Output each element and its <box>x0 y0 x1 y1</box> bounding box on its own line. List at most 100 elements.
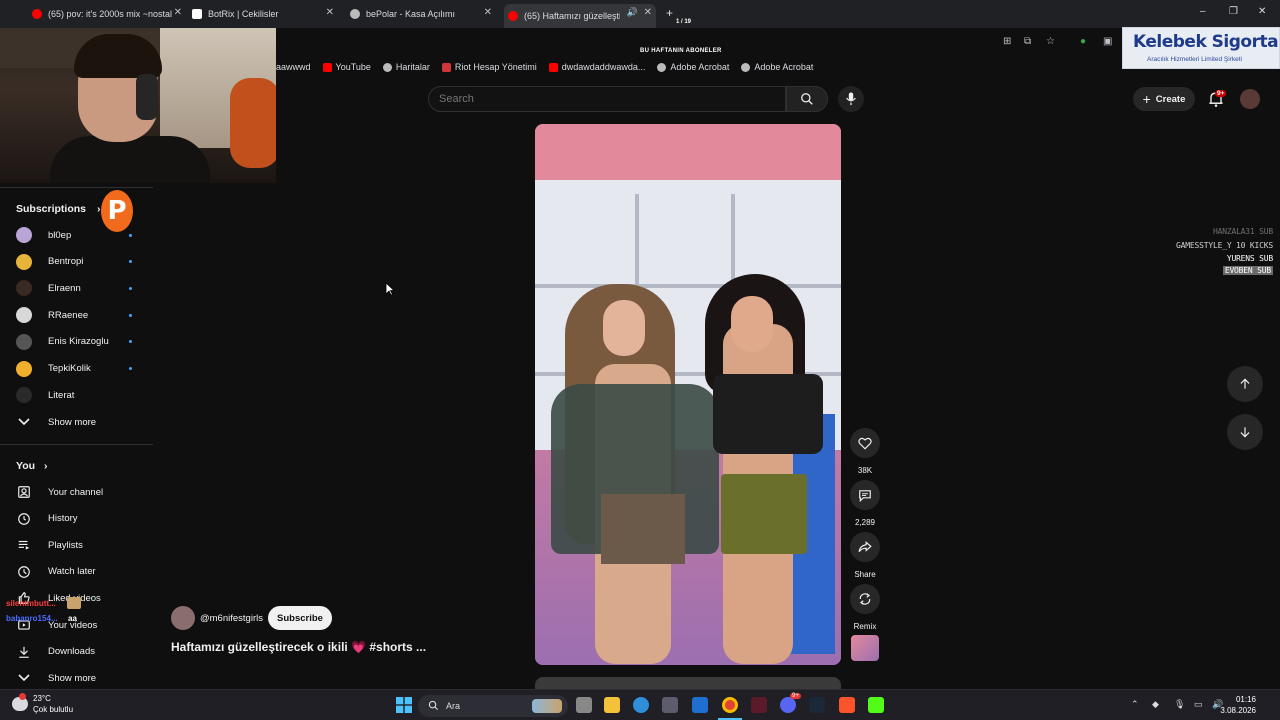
bookmark-item[interactable]: dwdawdaddwawda... <box>548 62 645 72</box>
microphone-icon[interactable]: 🎙 <box>1174 699 1185 710</box>
speaker-icon[interactable]: 🔊 <box>627 7 638 18</box>
subscription-label: Bentropi <box>48 256 84 268</box>
kick-icon[interactable] <box>868 697 884 713</box>
weather-condition: Çok bulutlu <box>33 705 74 714</box>
edge-icon[interactable] <box>633 697 649 713</box>
history-icon <box>16 511 32 527</box>
bookmark-item[interactable]: aawwwd <box>276 62 311 72</box>
create-button[interactable]: + Create <box>1133 87 1195 111</box>
bookmark-item[interactable]: Adobe Acrobat <box>741 62 813 72</box>
globe-icon <box>382 62 392 72</box>
show-more-button-2[interactable]: Show more <box>16 668 140 688</box>
sidebar-subscription-item[interactable]: bl0ep <box>16 225 140 245</box>
next-short-preview[interactable] <box>535 677 841 689</box>
close-window-icon[interactable]: ✕ <box>1258 6 1266 17</box>
tab-close-icon[interactable]: ✕ <box>174 7 182 18</box>
sidebar-subscription-item[interactable]: Elraenn <box>16 278 140 298</box>
comment-icon[interactable] <box>850 480 880 510</box>
voice-search-button[interactable] <box>838 86 864 112</box>
channel-handle[interactable]: @m6nifestgirls <box>200 613 263 624</box>
sidebar-subscription-item[interactable]: TepkiKolik <box>16 359 140 379</box>
sponsor-tagline: Aracılık Hizmetleri Limited Şirketi <box>1147 56 1242 63</box>
subscriptions-heading[interactable]: Subscriptions › <box>16 203 100 215</box>
previous-short-button[interactable] <box>1227 366 1263 402</box>
like-count: 38K <box>857 466 873 475</box>
sidebar-subscription-item[interactable]: Enis Kirazoglu <box>16 332 140 352</box>
next-short-button[interactable] <box>1227 414 1263 450</box>
bookmark-item[interactable]: Adobe Acrobat <box>657 62 729 72</box>
remix-label: Remix <box>853 622 877 631</box>
bookmark-star-icon[interactable]: ☆ <box>1046 36 1055 47</box>
short-title[interactable]: Haftamızı güzelleştirecek o ikili 💗 #sho… <box>171 640 426 654</box>
steam-icon[interactable] <box>809 697 825 713</box>
account-avatar[interactable] <box>1240 89 1260 109</box>
bookmark-item[interactable]: Haritalar <box>382 62 430 72</box>
show-more-button[interactable]: Show more <box>16 412 140 432</box>
new-tab-button[interactable]: + <box>666 6 673 20</box>
file-explorer-icon[interactable] <box>604 697 620 713</box>
install-icon[interactable]: ⧉ <box>1024 36 1031 47</box>
channel-avatar <box>16 307 32 324</box>
task-view-icon[interactable] <box>576 697 592 713</box>
tray-app-icon[interactable]: ◆ <box>1152 699 1159 710</box>
share-action[interactable]: Share <box>849 532 881 579</box>
comment-action[interactable]: 2,289 <box>849 480 881 527</box>
sidebar-item-playlists[interactable]: Playlists <box>16 535 140 555</box>
maximize-icon[interactable]: ❐ <box>1229 6 1238 17</box>
riot-icon <box>441 62 451 72</box>
sidebar-subscription-item[interactable]: Literat <box>16 385 140 405</box>
person-2-skirt <box>721 474 807 554</box>
weather-widget[interactable]: 23°C Çok bulutlu <box>33 693 73 715</box>
sidebar-item-history[interactable]: History <box>16 509 140 529</box>
display-icon[interactable]: ▭ <box>1194 699 1203 710</box>
browser-tab-1[interactable]: (65) pov: it's 2000s mix ~nostal ✕ <box>28 4 182 24</box>
tab-close-icon[interactable]: ✕ <box>484 7 492 18</box>
remix-icon[interactable] <box>850 584 880 614</box>
sidebar-item-download[interactable]: Downloads <box>16 642 140 662</box>
search-box[interactable] <box>428 86 786 112</box>
translate-icon[interactable]: ⊞ <box>1003 36 1011 47</box>
system-clock[interactable]: 01:16 3.08.2026 <box>1220 694 1256 716</box>
new-content-dot <box>129 340 132 344</box>
browser-tab-2[interactable]: BotRix | Cekilisler ✕ <box>188 4 334 24</box>
extension-icon[interactable]: ● <box>1080 36 1086 47</box>
chrome-icon[interactable] <box>722 697 738 713</box>
tray-chevron-icon[interactable]: ⌃ <box>1131 699 1139 710</box>
extensions-icon[interactable]: ▣ <box>1103 36 1112 47</box>
overlay-sub-entry: HANZALA31 SUB <box>1212 227 1273 236</box>
remix-action[interactable]: Remix <box>849 584 881 631</box>
tab-close-icon[interactable]: ✕ <box>644 7 652 18</box>
browser-tab-3[interactable]: bePolar - Kasa Açılımı ✕ <box>346 4 492 24</box>
short-video-player[interactable] <box>535 124 841 665</box>
you-heading[interactable]: You › <box>16 460 47 472</box>
tab-close-icon[interactable]: ✕ <box>326 7 334 18</box>
channel-avatar[interactable] <box>171 606 195 630</box>
search-button[interactable] <box>786 86 828 112</box>
windows-start-icon[interactable] <box>396 697 412 713</box>
minimize-icon[interactable]: – <box>1200 6 1206 17</box>
sidebar-subscription-item[interactable]: Bentropi <box>16 252 140 272</box>
discord-icon[interactable] <box>780 697 796 713</box>
outlook-icon[interactable] <box>692 697 708 713</box>
bookmark-item[interactable]: Riot Hesap Yönetimi <box>441 62 537 72</box>
brave-icon[interactable] <box>839 697 855 713</box>
chat-message: aa <box>68 614 77 623</box>
store-icon[interactable] <box>662 697 678 713</box>
subscribe-button[interactable]: Subscribe <box>268 606 332 630</box>
browser-tab-4-active[interactable]: (65) Haftamızı güzelleştirecek 🔊 ✕ <box>504 4 656 28</box>
sidebar-subscription-item[interactable]: RRaenee <box>16 305 140 325</box>
person-2-top <box>713 374 823 454</box>
arrow-down-icon <box>1240 427 1250 438</box>
share-icon[interactable] <box>850 532 880 562</box>
taskbar-search[interactable]: Ara <box>418 695 568 717</box>
sound-thumbnail[interactable] <box>851 635 879 661</box>
bookmark-label: Adobe Acrobat <box>754 62 814 72</box>
heart-icon[interactable] <box>850 428 880 458</box>
search-input[interactable] <box>429 87 785 111</box>
app-icon[interactable] <box>751 697 767 713</box>
like-action[interactable]: 38K <box>849 428 881 475</box>
sidebar-item-channel[interactable]: Your channel <box>16 482 140 502</box>
sidebar-item-watch-later[interactable]: Watch later <box>16 562 140 582</box>
chevron-right-icon: › <box>96 203 101 215</box>
bookmark-item[interactable]: YouTube <box>322 62 371 72</box>
